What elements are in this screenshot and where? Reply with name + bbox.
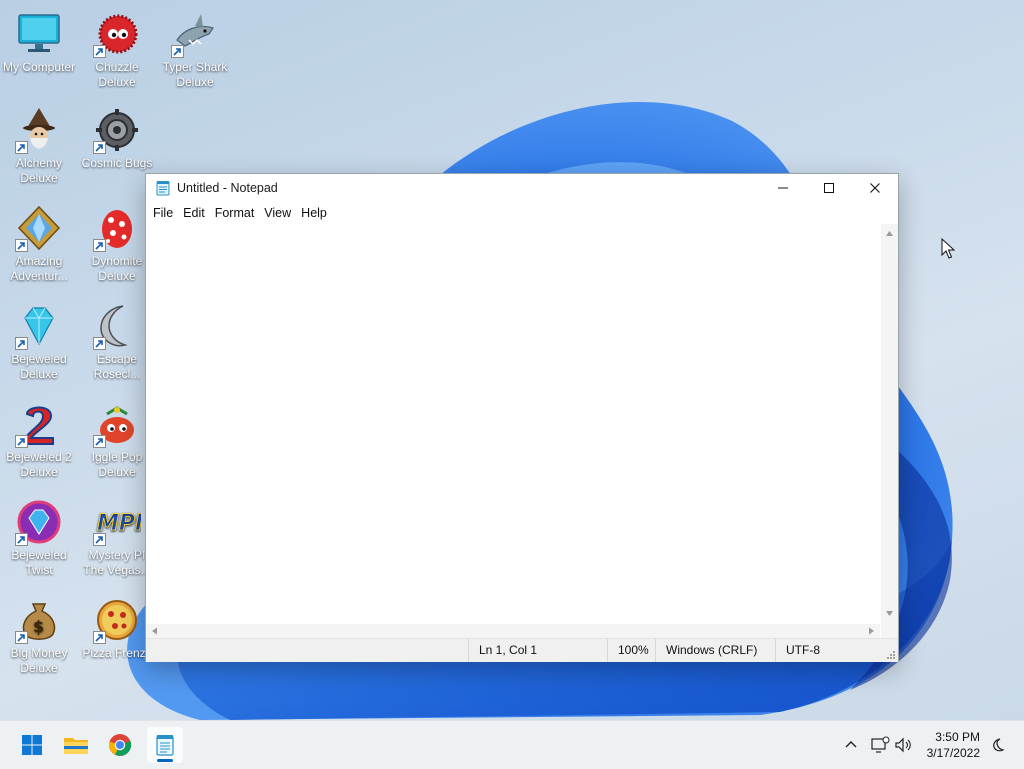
status-cursor-position: Ln 1, Col 1 [468,639,537,662]
close-button[interactable] [852,174,898,202]
text-editor-area[interactable] [146,224,880,624]
focus-assist-moon-icon[interactable] [990,737,1006,753]
desktop-icon-bejeweled-2-deluxe[interactable]: Bejeweled 2 Deluxe [0,400,78,480]
taskbar-file-explorer[interactable] [58,727,94,763]
vertical-scrollbar[interactable] [881,224,898,624]
clock-time: 3:50 PM [935,730,980,744]
status-bar: Ln 1, Col 1 100% Windows (CRLF) UTF-8 [146,638,898,662]
shortcut-arrow-icon [15,239,28,252]
start-icon [22,735,42,755]
menu-edit[interactable]: Edit [178,202,210,224]
taskbar: 3:50 PM 3/17/2022 [0,720,1024,769]
maximize-icon [824,183,834,193]
notepad-icon [156,181,170,196]
clock-date: 3/17/2022 [926,746,980,760]
icon-label: Bejeweled Twist [11,548,67,577]
resize-grip-icon[interactable] [886,650,896,660]
icon-label: Pizza Frenzy [82,646,152,660]
notepad-window[interactable]: Untitled - Notepad File Edit Format View… [145,173,899,662]
system-tray [842,721,914,769]
icon-label: Bejeweled 2 Deluxe [6,450,72,479]
shortcut-arrow-icon [93,45,106,58]
icon-label: Bejeweled Deluxe [11,352,67,381]
menu-format[interactable]: Format [210,202,260,224]
icon-label: Dynomite Deluxe [91,254,143,283]
desktop-icon-typer-shark[interactable]: Typer Shark Deluxe [156,10,234,90]
window-title: Untitled - Notepad [177,181,278,195]
shortcut-arrow-icon [15,141,28,154]
icon-label: Big Money Deluxe [10,646,68,675]
chrome-icon [109,734,132,756]
network-icon[interactable] [870,736,890,754]
shortcut-arrow-icon [15,337,28,350]
desktop-icon-chuzzle-deluxe[interactable]: Chuzzle Deluxe [78,10,156,90]
taskbar-clock[interactable]: 3:50 PM 3/17/2022 [927,729,980,761]
file-explorer-icon [64,738,88,754]
icon-label: Mystery PI The Vegas... [83,548,151,577]
icon-label: Chuzzle Deluxe [95,60,139,89]
shortcut-arrow-icon [15,631,28,644]
icon-label: Amazing Adventur... [10,254,68,283]
icon-label: Alchemy Deluxe [15,156,62,185]
maximize-button[interactable] [806,174,852,202]
status-encoding: UTF-8 [775,639,820,662]
status-zoom: 100% [607,639,649,662]
desktop-icon-alchemy-deluxe[interactable]: Alchemy Deluxe [0,106,78,186]
shortcut-arrow-icon [171,45,184,58]
shortcut-arrow-icon [93,337,106,350]
taskbar-notepad[interactable] [147,727,183,763]
icon-label: Escape Rosecl... [93,352,141,381]
menu-bar: File Edit Format View Help [146,202,898,224]
monitor-icon [18,14,60,52]
scrollbar-corner [881,624,898,638]
horizontal-scrollbar[interactable] [146,624,880,638]
desktop-icon-bejeweled-twist[interactable]: Bejeweled Twist [0,498,78,578]
desktop-icon-big-money-deluxe[interactable]: $ Big Money Deluxe [0,596,78,676]
chevron-up-icon[interactable] [842,736,860,754]
desktop-icon-my-computer[interactable]: My Computer [0,10,78,75]
title-bar[interactable]: Untitled - Notepad [146,174,898,202]
horizontal-scroll-arrows-icon [152,627,874,635]
shortcut-arrow-icon [93,435,106,448]
mouse-cursor-icon [941,238,955,259]
notepad-icon [156,735,174,756]
shortcut-arrow-icon [93,239,106,252]
close-icon [870,183,880,193]
active-app-indicator [157,759,173,762]
icon-label: Typer Shark Deluxe [162,60,228,89]
menu-file[interactable]: File [148,202,178,224]
start-button[interactable] [14,727,50,763]
icon-label: Cosmic Bugs [81,156,153,170]
menu-help[interactable]: Help [296,202,332,224]
shortcut-arrow-icon [93,533,106,546]
shortcut-arrow-icon [15,533,28,546]
vertical-scroll-arrows-icon [886,231,893,616]
shortcut-arrow-icon [93,631,106,644]
minimize-button[interactable] [760,174,806,202]
icon-label: My Computer [2,60,76,74]
desktop-icon-bejeweled-deluxe[interactable]: Bejeweled Deluxe [0,302,78,382]
desktop-icon-amazing-adventures[interactable]: Amazing Adventur... [0,204,78,284]
status-line-ending: Windows (CRLF) [655,639,757,662]
menu-view[interactable]: View [259,202,296,224]
desktop-icon-cosmic-bugs[interactable]: Cosmic Bugs [78,106,156,171]
shortcut-arrow-icon [15,435,28,448]
icon-label: Iggle Pop Deluxe [91,450,143,479]
taskbar-chrome[interactable] [102,727,138,763]
volume-icon[interactable] [894,736,914,754]
shortcut-arrow-icon [93,141,106,154]
minimize-icon [778,187,788,189]
svg-text:$: $ [33,617,44,636]
